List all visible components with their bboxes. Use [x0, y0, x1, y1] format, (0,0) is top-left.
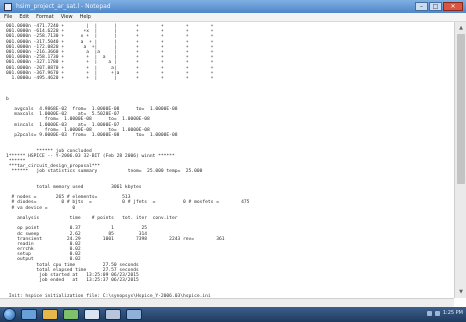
network-icon[interactable]	[426, 310, 432, 316]
notepad-taskbar-icon[interactable]	[84, 309, 100, 320]
app-taskbar-icon[interactable]	[126, 309, 142, 320]
text-editor-area[interactable]: 001.0000n -471.7240 + | | | + + + +001.0…	[0, 22, 454, 298]
vertical-scrollbar[interactable]: ▲ ▼	[454, 22, 466, 298]
taskbar: 1:25 PM	[0, 307, 466, 322]
clock[interactable]: 1:25 PM	[443, 310, 463, 316]
window-controls: – □ ✕	[415, 2, 463, 11]
system-tray: 1:25 PM	[426, 310, 463, 316]
minimize-button[interactable]: –	[415, 2, 428, 11]
horizontal-scrollbar[interactable]	[0, 298, 454, 307]
media-taskbar-icon[interactable]	[63, 309, 79, 320]
start-button[interactable]	[3, 308, 16, 321]
folder-taskbar-icon[interactable]	[42, 309, 58, 320]
menu-format[interactable]: Format	[36, 14, 54, 20]
ie-taskbar-icon[interactable]	[21, 309, 37, 320]
scroll-up-icon[interactable]: ▲	[456, 23, 466, 33]
maximize-button[interactable]: □	[429, 2, 442, 11]
close-button[interactable]: ✕	[443, 2, 463, 11]
title-bar: hsim_project_ar_sat.l - Notepad – □ ✕	[0, 0, 466, 13]
scroll-down-icon[interactable]: ▼	[456, 287, 466, 297]
menu-edit[interactable]: Edit	[19, 14, 29, 20]
window-title: hsim_project_ar_sat.l - Notepad	[16, 3, 111, 10]
scroll-thumb[interactable]	[457, 34, 465, 184]
menu-view[interactable]: View	[61, 14, 73, 20]
menu-help[interactable]: Help	[80, 14, 91, 20]
menu-bar: File Edit Format View Help	[0, 13, 466, 22]
notepad-icon	[4, 2, 12, 11]
cmd-taskbar-icon[interactable]	[105, 309, 121, 320]
volume-icon[interactable]	[434, 310, 440, 316]
menu-file[interactable]: File	[4, 14, 12, 20]
